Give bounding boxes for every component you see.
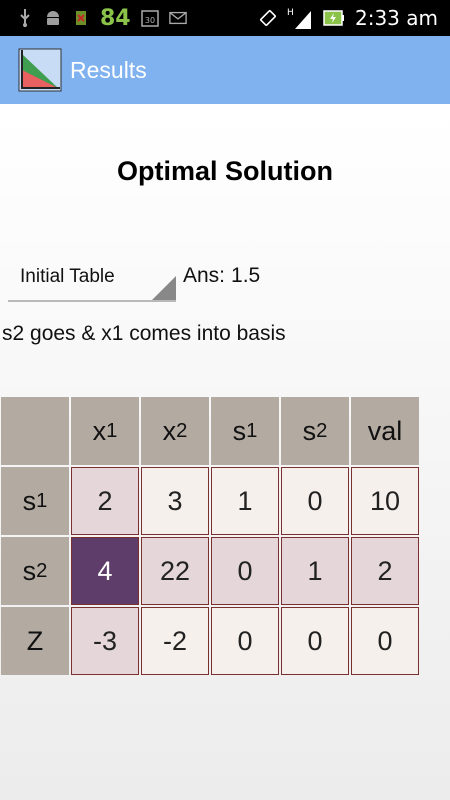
table-cell: 2 (71, 467, 139, 535)
mail-icon (168, 9, 187, 27)
calendar-icon: 30 (140, 9, 159, 27)
column-header-s1: s1 (211, 397, 279, 465)
battery-charging-icon (323, 9, 345, 27)
screen-rotation-icon (259, 9, 277, 27)
column-header-x2: x2 (141, 397, 209, 465)
app-chart-icon[interactable] (18, 48, 62, 92)
spinner-selected-value: Initial Table (20, 266, 115, 287)
table-cell: 0 (351, 607, 419, 675)
signal-icon: H (287, 8, 313, 29)
answer-value: 1.5 (231, 264, 261, 287)
action-bar: Results (0, 36, 450, 104)
column-header-s2: s2 (281, 397, 349, 465)
table-cell: 10 (351, 467, 419, 535)
battery-level: 84 (100, 5, 131, 31)
table-cell: 1 (281, 537, 349, 605)
network-type-label: H (287, 8, 294, 18)
table-cell: 22 (141, 537, 209, 605)
column-header-val: val (351, 397, 419, 465)
basis-change-message: s2 goes & x1 comes into basis (2, 322, 286, 345)
svg-text:30: 30 (145, 16, 155, 25)
table-step-spinner[interactable]: Initial Table (8, 258, 176, 302)
answer-readout: Ans: 1.5 (183, 264, 260, 288)
pivot-cell: 4 (71, 537, 139, 605)
no-sim-icon (72, 9, 90, 27)
answer-label: Ans: (183, 264, 226, 287)
page-title: Optimal Solution (117, 156, 333, 186)
app-title: Results (70, 56, 147, 83)
usb-icon (16, 9, 34, 27)
clock: 2:33 am (354, 6, 438, 30)
android-debug-icon (44, 9, 62, 27)
column-header-x1: x1 (71, 397, 139, 465)
table-cell: 0 (211, 607, 279, 675)
spinner-dropdown-icon (152, 276, 176, 300)
table-cell: 2 (351, 537, 419, 605)
table-cell: -2 (141, 607, 209, 675)
row-header-z: Z (1, 607, 69, 675)
table-cell: -3 (71, 607, 139, 675)
tableau-corner (1, 397, 69, 465)
table-cell: 3 (141, 467, 209, 535)
row-header-s2: s2 (1, 537, 69, 605)
table-cell: 0 (211, 537, 279, 605)
table-cell: 1 (211, 467, 279, 535)
table-cell: 0 (281, 607, 349, 675)
table-cell: 0 (281, 467, 349, 535)
status-bar: 84 30 H 2:33 am (0, 0, 450, 36)
row-header-s1: s1 (1, 467, 69, 535)
